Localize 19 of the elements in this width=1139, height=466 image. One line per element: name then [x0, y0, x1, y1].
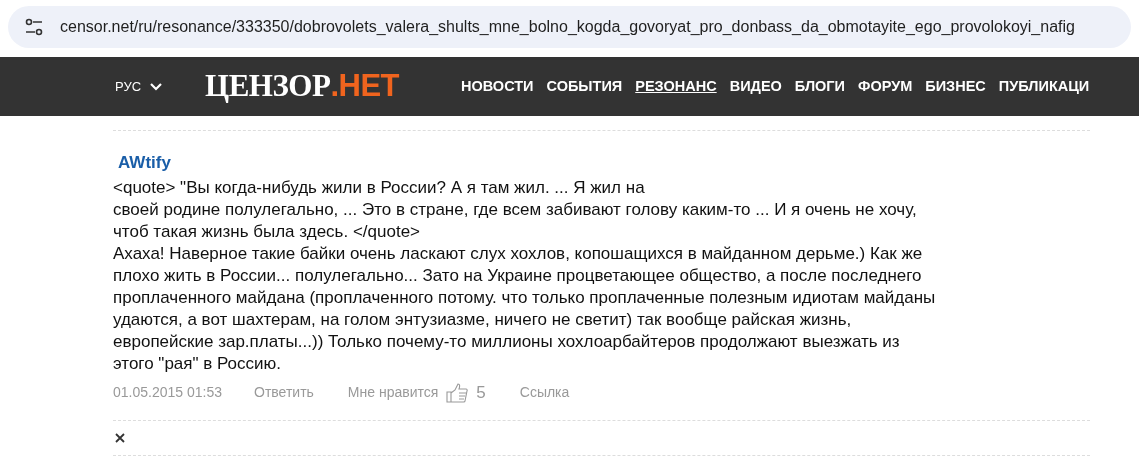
comment-date: 01.05.2015 01:53 [113, 383, 222, 402]
nav-link[interactable]: БИЗНЕС [925, 75, 986, 98]
nav-link[interactable]: ПУБЛИКАЦИ [998, 75, 1090, 98]
comment-text: Ахаха! Наверное такие байки очень ласкают слух хохлов, копошащихся в майданном дерьме.) Как же плохо жить в России... полулегально... Зато на Украине процветающее общество, а после последнего проплаченного майдана (проплаченного потому. что только проплаченные полезным идиотам майданы удаются, а вот шахтерам, на голом энтузиазме, ничего не светит) так вообще райская жизнь, европейские зар.платы...)) Только почему-то миллионы хохлоарбайтеров продолжают выезжать из этого "рая" в Россию. [113, 242, 937, 375]
nav-link[interactable]: НОВОСТИ [461, 75, 534, 98]
close-icon[interactable] [115, 432, 125, 443]
nav-link[interactable]: ВИДЕО [729, 75, 782, 98]
nav-link[interactable]: РЕЗОНАНС [635, 75, 717, 98]
comment-author[interactable]: AWtify [118, 153, 171, 172]
nav-link[interactable]: ФОРУМ [858, 75, 913, 98]
language-selector[interactable]: РУС [115, 76, 164, 97]
like-count: 5 [476, 381, 486, 404]
nav-link[interactable]: БЛОГИ [794, 75, 845, 98]
comment-text: <quote> "Вы когда-нибудь жили в России? А я там жил. ... Я жил на своей родине полулегально, ... Это в стране, где всем забивают голову каким-то ... И я очень не хочу, чтоб такая жизнь была здесь. </quote> [113, 176, 918, 243]
site-settings-icon[interactable] [24, 18, 44, 36]
thumbs-up-icon[interactable] [446, 382, 469, 403]
nav-link[interactable]: СОБЫТИЯ [546, 75, 623, 98]
site-logo[interactable]: ЦЕНЗОР.НЕТ [205, 63, 399, 110]
chevron-down-icon[interactable] [149, 82, 164, 91]
